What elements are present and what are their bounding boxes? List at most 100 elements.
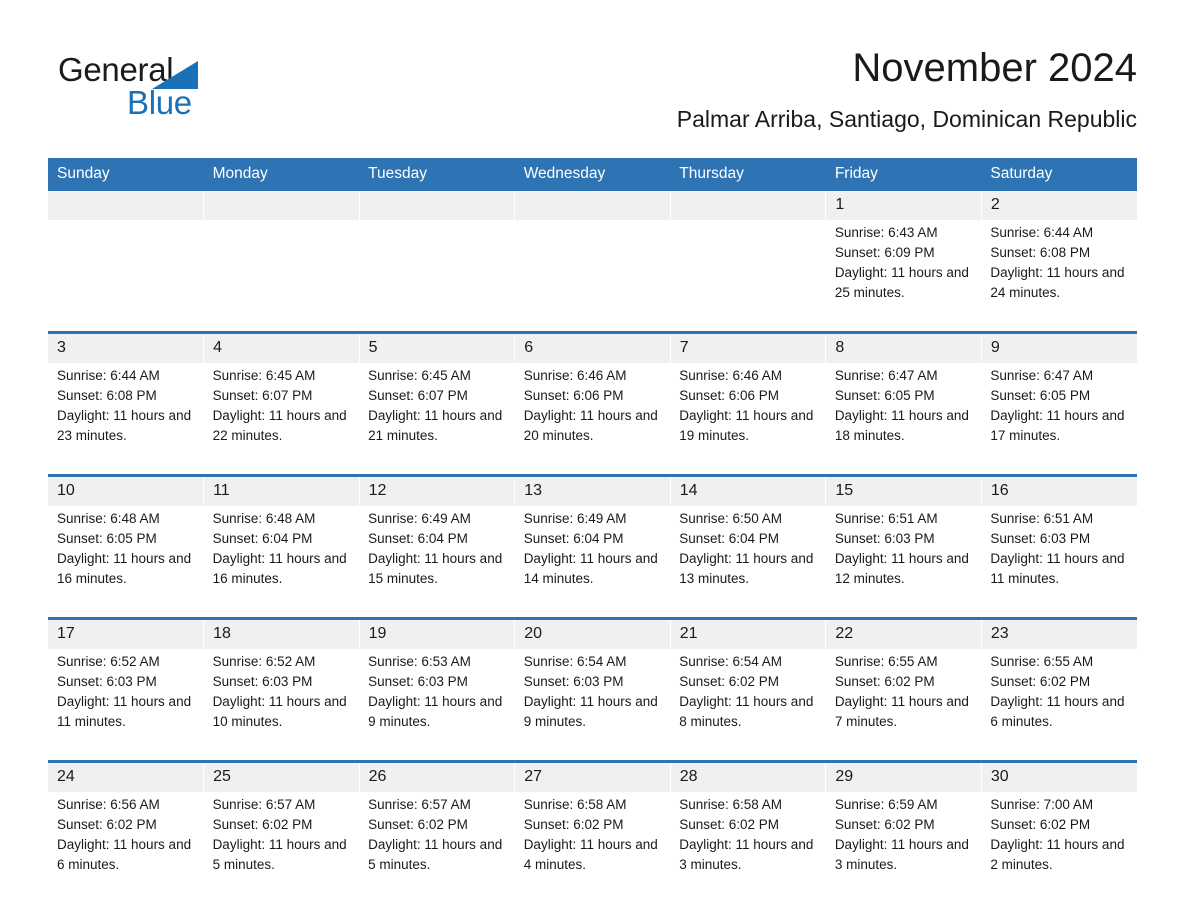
week-detail-row: Sunrise: 6:56 AM Sunset: 6:02 PM Dayligh… — [48, 792, 1137, 903]
day-detail-cell[interactable]: Sunrise: 7:00 AM Sunset: 6:02 PM Dayligh… — [981, 792, 1137, 903]
day-number-cell[interactable]: 19 — [359, 617, 516, 649]
day-detail-text: Sunrise: 6:49 AM Sunset: 6:04 PM Dayligh… — [368, 511, 503, 586]
day-number-cell[interactable]: 26 — [359, 760, 516, 792]
day-number-cell[interactable]: 22 — [825, 617, 982, 649]
day-detail-cell[interactable]: Sunrise: 6:46 AM Sunset: 6:06 PM Dayligh… — [514, 363, 671, 476]
day-number-cell[interactable]: 2 — [981, 191, 1137, 220]
day-number-cell[interactable]: 5 — [359, 331, 516, 363]
day-number-cell[interactable]: 27 — [514, 760, 671, 792]
day-detail-text: Sunrise: 6:44 AM Sunset: 6:08 PM Dayligh… — [57, 368, 192, 443]
day-detail-text: Sunrise: 6:45 AM Sunset: 6:07 PM Dayligh… — [212, 368, 347, 443]
day-number-cell[interactable] — [359, 191, 516, 220]
weekday-header-monday: Monday — [203, 158, 360, 191]
weekday-header-saturday: Saturday — [981, 158, 1137, 191]
day-detail-cell[interactable] — [48, 220, 204, 333]
day-detail-cell[interactable]: Sunrise: 6:47 AM Sunset: 6:05 PM Dayligh… — [825, 363, 982, 476]
day-detail-cell[interactable]: Sunrise: 6:55 AM Sunset: 6:02 PM Dayligh… — [981, 649, 1137, 762]
day-detail-cell[interactable]: Sunrise: 6:44 AM Sunset: 6:08 PM Dayligh… — [48, 363, 204, 476]
day-detail-cell[interactable]: Sunrise: 6:58 AM Sunset: 6:02 PM Dayligh… — [514, 792, 671, 903]
day-detail-cell[interactable]: Sunrise: 6:54 AM Sunset: 6:03 PM Dayligh… — [514, 649, 671, 762]
day-number-cell[interactable]: 7 — [670, 331, 827, 363]
day-detail-cell[interactable]: Sunrise: 6:45 AM Sunset: 6:07 PM Dayligh… — [203, 363, 360, 476]
day-number-cell[interactable]: 24 — [48, 760, 205, 792]
day-number-cell[interactable]: 16 — [981, 474, 1137, 506]
day-detail-cell[interactable]: Sunrise: 6:51 AM Sunset: 6:03 PM Dayligh… — [825, 506, 982, 619]
day-detail-cell[interactable] — [670, 220, 826, 333]
day-detail-cell[interactable]: Sunrise: 6:44 AM Sunset: 6:08 PM Dayligh… — [981, 220, 1137, 333]
day-number-cell[interactable]: 6 — [514, 331, 671, 363]
day-detail-cell[interactable]: Sunrise: 6:57 AM Sunset: 6:02 PM Dayligh… — [203, 792, 360, 903]
day-number-cell[interactable]: 17 — [48, 617, 205, 649]
day-detail-text: Sunrise: 6:48 AM Sunset: 6:05 PM Dayligh… — [57, 511, 192, 586]
day-detail-cell[interactable]: Sunrise: 6:48 AM Sunset: 6:05 PM Dayligh… — [48, 506, 204, 619]
day-number-cell[interactable]: 18 — [203, 617, 360, 649]
day-number-cell[interactable]: 25 — [203, 760, 360, 792]
week-detail-row: Sunrise: 6:52 AM Sunset: 6:03 PM Dayligh… — [48, 649, 1137, 762]
day-detail-cell[interactable]: Sunrise: 6:59 AM Sunset: 6:02 PM Dayligh… — [825, 792, 982, 903]
day-number-cell[interactable]: 4 — [203, 331, 360, 363]
day-number-cell[interactable]: 23 — [981, 617, 1137, 649]
day-number-cell[interactable] — [203, 191, 360, 220]
day-detail-text: Sunrise: 6:46 AM Sunset: 6:06 PM Dayligh… — [679, 368, 814, 443]
week-date-row: 10 11 12 13 14 15 16 — [48, 474, 1137, 506]
day-number-cell[interactable]: 15 — [825, 474, 982, 506]
day-number-cell[interactable] — [670, 191, 827, 220]
logo-text-blue: Blue — [127, 84, 192, 121]
day-detail-cell[interactable]: Sunrise: 6:53 AM Sunset: 6:03 PM Dayligh… — [359, 649, 515, 762]
day-detail-cell[interactable]: Sunrise: 6:47 AM Sunset: 6:05 PM Dayligh… — [981, 363, 1137, 476]
day-detail-cell[interactable]: Sunrise: 6:55 AM Sunset: 6:02 PM Dayligh… — [825, 649, 982, 762]
day-number-cell[interactable] — [48, 191, 205, 220]
day-number-cell[interactable] — [514, 191, 671, 220]
day-detail-cell[interactable] — [203, 220, 360, 333]
week-detail-row: Sunrise: 6:48 AM Sunset: 6:05 PM Dayligh… — [48, 506, 1137, 619]
day-detail-cell[interactable] — [514, 220, 671, 333]
day-number-cell[interactable]: 11 — [203, 474, 360, 506]
general-blue-logo[interactable]: General Blue — [58, 52, 278, 124]
day-detail-cell[interactable]: Sunrise: 6:49 AM Sunset: 6:04 PM Dayligh… — [359, 506, 515, 619]
day-detail-cell[interactable]: Sunrise: 6:58 AM Sunset: 6:02 PM Dayligh… — [670, 792, 826, 903]
day-detail-text: Sunrise: 6:52 AM Sunset: 6:03 PM Dayligh… — [212, 654, 347, 729]
day-number-cell[interactable]: 30 — [981, 760, 1137, 792]
day-detail-cell[interactable]: Sunrise: 6:51 AM Sunset: 6:03 PM Dayligh… — [981, 506, 1137, 619]
day-detail-cell[interactable]: Sunrise: 6:48 AM Sunset: 6:04 PM Dayligh… — [203, 506, 360, 619]
day-detail-cell[interactable]: Sunrise: 6:49 AM Sunset: 6:04 PM Dayligh… — [514, 506, 671, 619]
day-detail-cell[interactable]: Sunrise: 6:54 AM Sunset: 6:02 PM Dayligh… — [670, 649, 826, 762]
week-date-row: 1 2 — [48, 191, 1137, 220]
weekday-header-sunday: Sunday — [48, 158, 204, 191]
day-number-cell[interactable]: 28 — [670, 760, 827, 792]
day-detail-cell[interactable]: Sunrise: 6:52 AM Sunset: 6:03 PM Dayligh… — [48, 649, 204, 762]
day-detail-text: Sunrise: 6:51 AM Sunset: 6:03 PM Dayligh… — [834, 511, 969, 586]
day-detail-text: Sunrise: 6:54 AM Sunset: 6:02 PM Dayligh… — [679, 654, 814, 729]
day-detail-text: Sunrise: 6:50 AM Sunset: 6:04 PM Dayligh… — [679, 511, 814, 586]
day-number-cell[interactable]: 9 — [981, 331, 1137, 363]
day-detail-cell[interactable]: Sunrise: 6:45 AM Sunset: 6:07 PM Dayligh… — [359, 363, 515, 476]
day-number-cell[interactable]: 21 — [670, 617, 827, 649]
day-detail-cell[interactable]: Sunrise: 6:56 AM Sunset: 6:02 PM Dayligh… — [48, 792, 204, 903]
day-detail-text: Sunrise: 6:45 AM Sunset: 6:07 PM Dayligh… — [368, 368, 503, 443]
day-number-cell[interactable]: 13 — [514, 474, 671, 506]
day-number-cell[interactable]: 3 — [48, 331, 205, 363]
calendar-grid: Sunday Monday Tuesday Wednesday Thursday… — [48, 158, 1137, 903]
day-number-cell[interactable]: 29 — [825, 760, 982, 792]
day-number-cell[interactable]: 10 — [48, 474, 205, 506]
day-detail-text: Sunrise: 6:49 AM Sunset: 6:04 PM Dayligh… — [523, 511, 658, 586]
day-number-cell[interactable]: 20 — [514, 617, 671, 649]
day-detail-text: Sunrise: 6:44 AM Sunset: 6:08 PM Dayligh… — [990, 225, 1125, 300]
day-number-cell[interactable]: 12 — [359, 474, 516, 506]
calendar-header-row: Sunday Monday Tuesday Wednesday Thursday… — [48, 158, 1137, 191]
day-detail-cell[interactable]: Sunrise: 6:52 AM Sunset: 6:03 PM Dayligh… — [203, 649, 360, 762]
day-detail-cell[interactable]: Sunrise: 6:50 AM Sunset: 6:04 PM Dayligh… — [670, 506, 826, 619]
day-detail-cell[interactable]: Sunrise: 6:46 AM Sunset: 6:06 PM Dayligh… — [670, 363, 826, 476]
day-detail-text — [213, 223, 350, 224]
week-detail-row: Sunrise: 6:43 AM Sunset: 6:09 PM Dayligh… — [48, 220, 1137, 333]
day-detail-cell[interactable] — [359, 220, 515, 333]
page-title: November 2024 — [852, 46, 1137, 90]
day-detail-text: Sunrise: 7:00 AM Sunset: 6:02 PM Dayligh… — [990, 797, 1125, 872]
day-detail-cell[interactable]: Sunrise: 6:57 AM Sunset: 6:02 PM Dayligh… — [359, 792, 515, 903]
day-number-cell[interactable]: 8 — [825, 331, 982, 363]
day-detail-cell[interactable]: Sunrise: 6:43 AM Sunset: 6:09 PM Dayligh… — [825, 220, 982, 333]
day-detail-text: Sunrise: 6:51 AM Sunset: 6:03 PM Dayligh… — [990, 511, 1125, 586]
day-number-cell[interactable]: 1 — [825, 191, 982, 220]
day-number-cell[interactable]: 14 — [670, 474, 827, 506]
calendar-table: Sunday Monday Tuesday Wednesday Thursday… — [48, 158, 1137, 903]
